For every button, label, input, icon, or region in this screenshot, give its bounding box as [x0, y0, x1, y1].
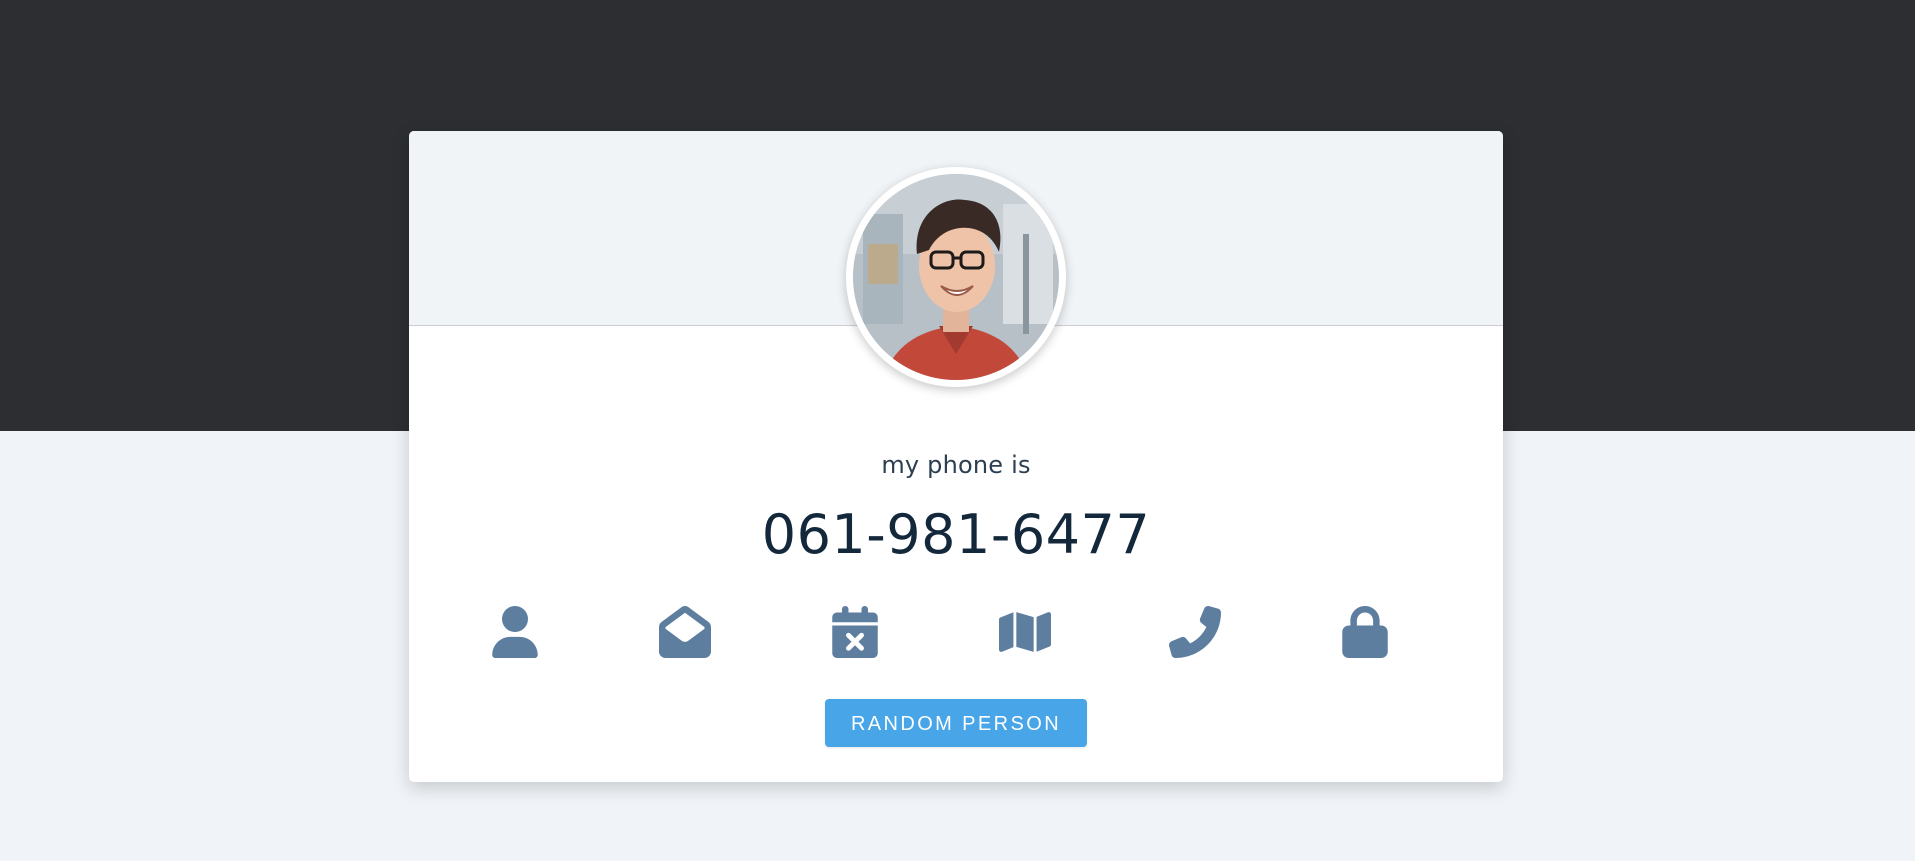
lock-icon[interactable] [1335, 602, 1395, 662]
envelope-open-icon[interactable] [655, 602, 715, 662]
user-title: my phone is [881, 451, 1031, 479]
icon-row [485, 602, 1435, 662]
avatar-image [853, 174, 1059, 380]
random-person-button[interactable]: RANDOM PERSON [825, 699, 1087, 747]
avatar [846, 167, 1066, 387]
avatar-photo [853, 174, 1059, 380]
calendar-times-icon[interactable] [825, 602, 885, 662]
phone-icon[interactable] [1165, 602, 1225, 662]
user-card: my phone is 061-981-6477 RANDOM PERSON [409, 131, 1503, 782]
user-icon[interactable] [485, 602, 545, 662]
user-value: 061-981-6477 [761, 503, 1151, 566]
map-icon[interactable] [995, 602, 1055, 662]
